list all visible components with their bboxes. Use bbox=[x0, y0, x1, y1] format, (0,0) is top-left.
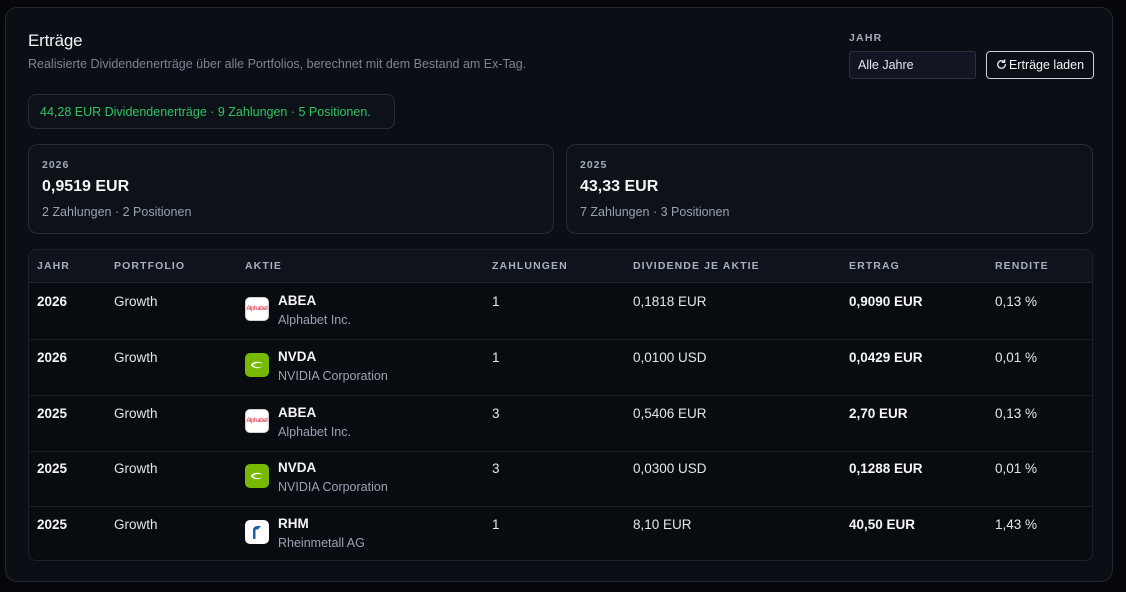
cell-payments: 3 bbox=[492, 406, 500, 421]
cell-portfolio: Growth bbox=[114, 461, 158, 476]
table-header: JAHR PORTFOLIO AKTIE ZAHLUNGEN DIVIDENDE… bbox=[29, 250, 1092, 283]
page-subtitle: Realisierte Dividendenerträge über alle … bbox=[28, 57, 527, 71]
cell-year: 2025 bbox=[37, 461, 68, 476]
cell-payments: 1 bbox=[492, 517, 500, 532]
cell-yield: 0,01 % bbox=[995, 350, 1038, 365]
table-row[interactable]: 2025 Growth Alphabet ABEA Alphabet Inc. … bbox=[29, 395, 1092, 452]
cell-dividend-per-share: 0,1818 EUR bbox=[633, 294, 707, 309]
cell-ticker: ABEA bbox=[278, 405, 317, 420]
load-earnings-label: Erträge laden bbox=[1008, 58, 1085, 72]
cell-yield: 0,13 % bbox=[995, 406, 1038, 421]
refresh-icon bbox=[996, 58, 1007, 72]
column-header-yield[interactable]: RENDITE bbox=[995, 260, 1049, 272]
cell-year: 2025 bbox=[37, 517, 68, 532]
rheinmetall-logo bbox=[245, 520, 269, 544]
cell-dividend-per-share: 0,0300 USD bbox=[633, 461, 707, 476]
column-header-payments[interactable]: ZAHLUNGEN bbox=[492, 260, 568, 272]
cell-dividend-per-share: 8,10 EUR bbox=[633, 517, 692, 532]
cell-company: Alphabet Inc. bbox=[278, 313, 351, 327]
cell-dividend-per-share: 0,0100 USD bbox=[633, 350, 707, 365]
cell-yield: 0,01 % bbox=[995, 461, 1038, 476]
table-row[interactable]: 2025 Growth NVDA NVIDIA Corporation 3 0,… bbox=[29, 450, 1092, 507]
alphabet-logo-text: Alphabet bbox=[246, 418, 268, 424]
summary-banner: 44,28 EUR Dividendenerträge · 9 Zahlunge… bbox=[28, 94, 395, 129]
alphabet-logo: Alphabet bbox=[245, 409, 269, 433]
cell-dividend-per-share: 0,5406 EUR bbox=[633, 406, 707, 421]
cell-company: Rheinmetall AG bbox=[278, 536, 365, 550]
year-card-year: 2025 bbox=[580, 159, 608, 171]
cell-payments: 1 bbox=[492, 350, 500, 365]
column-header-stock[interactable]: AKTIE bbox=[245, 260, 282, 272]
nvidia-logo bbox=[245, 464, 269, 488]
cell-portfolio: Growth bbox=[114, 350, 158, 365]
year-card-2025: 2025 43,33 EUR 7 Zahlungen · 3 Positione… bbox=[566, 144, 1093, 234]
table-row[interactable]: 2026 Growth Alphabet ABEA Alphabet Inc. … bbox=[29, 283, 1092, 340]
table-row[interactable]: 2025 Growth RHM Rheinmetall AG 1 8,10 EU… bbox=[29, 506, 1092, 560]
cell-yield: 0,13 % bbox=[995, 294, 1038, 309]
cell-ticker: RHM bbox=[278, 516, 309, 531]
year-filter-label: JAHR bbox=[849, 32, 883, 44]
cell-yield: 1,43 % bbox=[995, 517, 1038, 532]
cell-ticker: NVDA bbox=[278, 349, 317, 364]
year-card-amount: 0,9519 EUR bbox=[42, 178, 130, 195]
year-card-year: 2026 bbox=[42, 159, 70, 171]
page-title: Erträge bbox=[28, 31, 83, 50]
alphabet-logo-text: Alphabet bbox=[246, 306, 268, 312]
cell-year: 2025 bbox=[37, 406, 68, 421]
earnings-panel: Erträge Realisierte Dividendenerträge üb… bbox=[5, 7, 1113, 582]
cell-income: 0,1288 EUR bbox=[849, 461, 923, 476]
nvidia-logo bbox=[245, 353, 269, 377]
cell-income: 0,9090 EUR bbox=[849, 294, 923, 309]
table-row[interactable]: 2026 Growth NVDA NVIDIA Corporation 1 0,… bbox=[29, 339, 1092, 396]
cell-company: NVIDIA Corporation bbox=[278, 480, 388, 494]
cell-payments: 1 bbox=[492, 294, 500, 309]
year-card-stats: 2 Zahlungen · 2 Positionen bbox=[42, 205, 192, 219]
alphabet-logo: Alphabet bbox=[245, 297, 269, 321]
cell-portfolio: Growth bbox=[114, 517, 158, 532]
cell-portfolio: Growth bbox=[114, 294, 158, 309]
cell-ticker: ABEA bbox=[278, 293, 317, 308]
column-header-income[interactable]: ERTRAG bbox=[849, 260, 900, 272]
cell-year: 2026 bbox=[37, 350, 68, 365]
year-select[interactable]: Alle Jahre bbox=[849, 51, 976, 79]
column-header-dividend-per-share[interactable]: DIVIDENDE JE AKTIE bbox=[633, 260, 760, 272]
load-earnings-button[interactable]: Erträge laden bbox=[986, 51, 1094, 79]
cell-income: 40,50 EUR bbox=[849, 517, 916, 532]
cell-income: 2,70 EUR bbox=[849, 406, 908, 421]
year-card-2026: 2026 0,9519 EUR 2 Zahlungen · 2 Position… bbox=[28, 144, 554, 234]
column-header-year[interactable]: JAHR bbox=[37, 260, 70, 272]
column-header-portfolio[interactable]: PORTFOLIO bbox=[114, 260, 185, 272]
cell-portfolio: Growth bbox=[114, 406, 158, 421]
year-card-stats: 7 Zahlungen · 3 Positionen bbox=[580, 205, 730, 219]
cell-payments: 3 bbox=[492, 461, 500, 476]
cell-income: 0,0429 EUR bbox=[849, 350, 923, 365]
cell-year: 2026 bbox=[37, 294, 68, 309]
earnings-table: JAHR PORTFOLIO AKTIE ZAHLUNGEN DIVIDENDE… bbox=[28, 249, 1093, 561]
cell-ticker: NVDA bbox=[278, 460, 317, 475]
cell-company: Alphabet Inc. bbox=[278, 425, 351, 439]
cell-company: NVIDIA Corporation bbox=[278, 369, 388, 383]
year-card-amount: 43,33 EUR bbox=[580, 178, 659, 195]
